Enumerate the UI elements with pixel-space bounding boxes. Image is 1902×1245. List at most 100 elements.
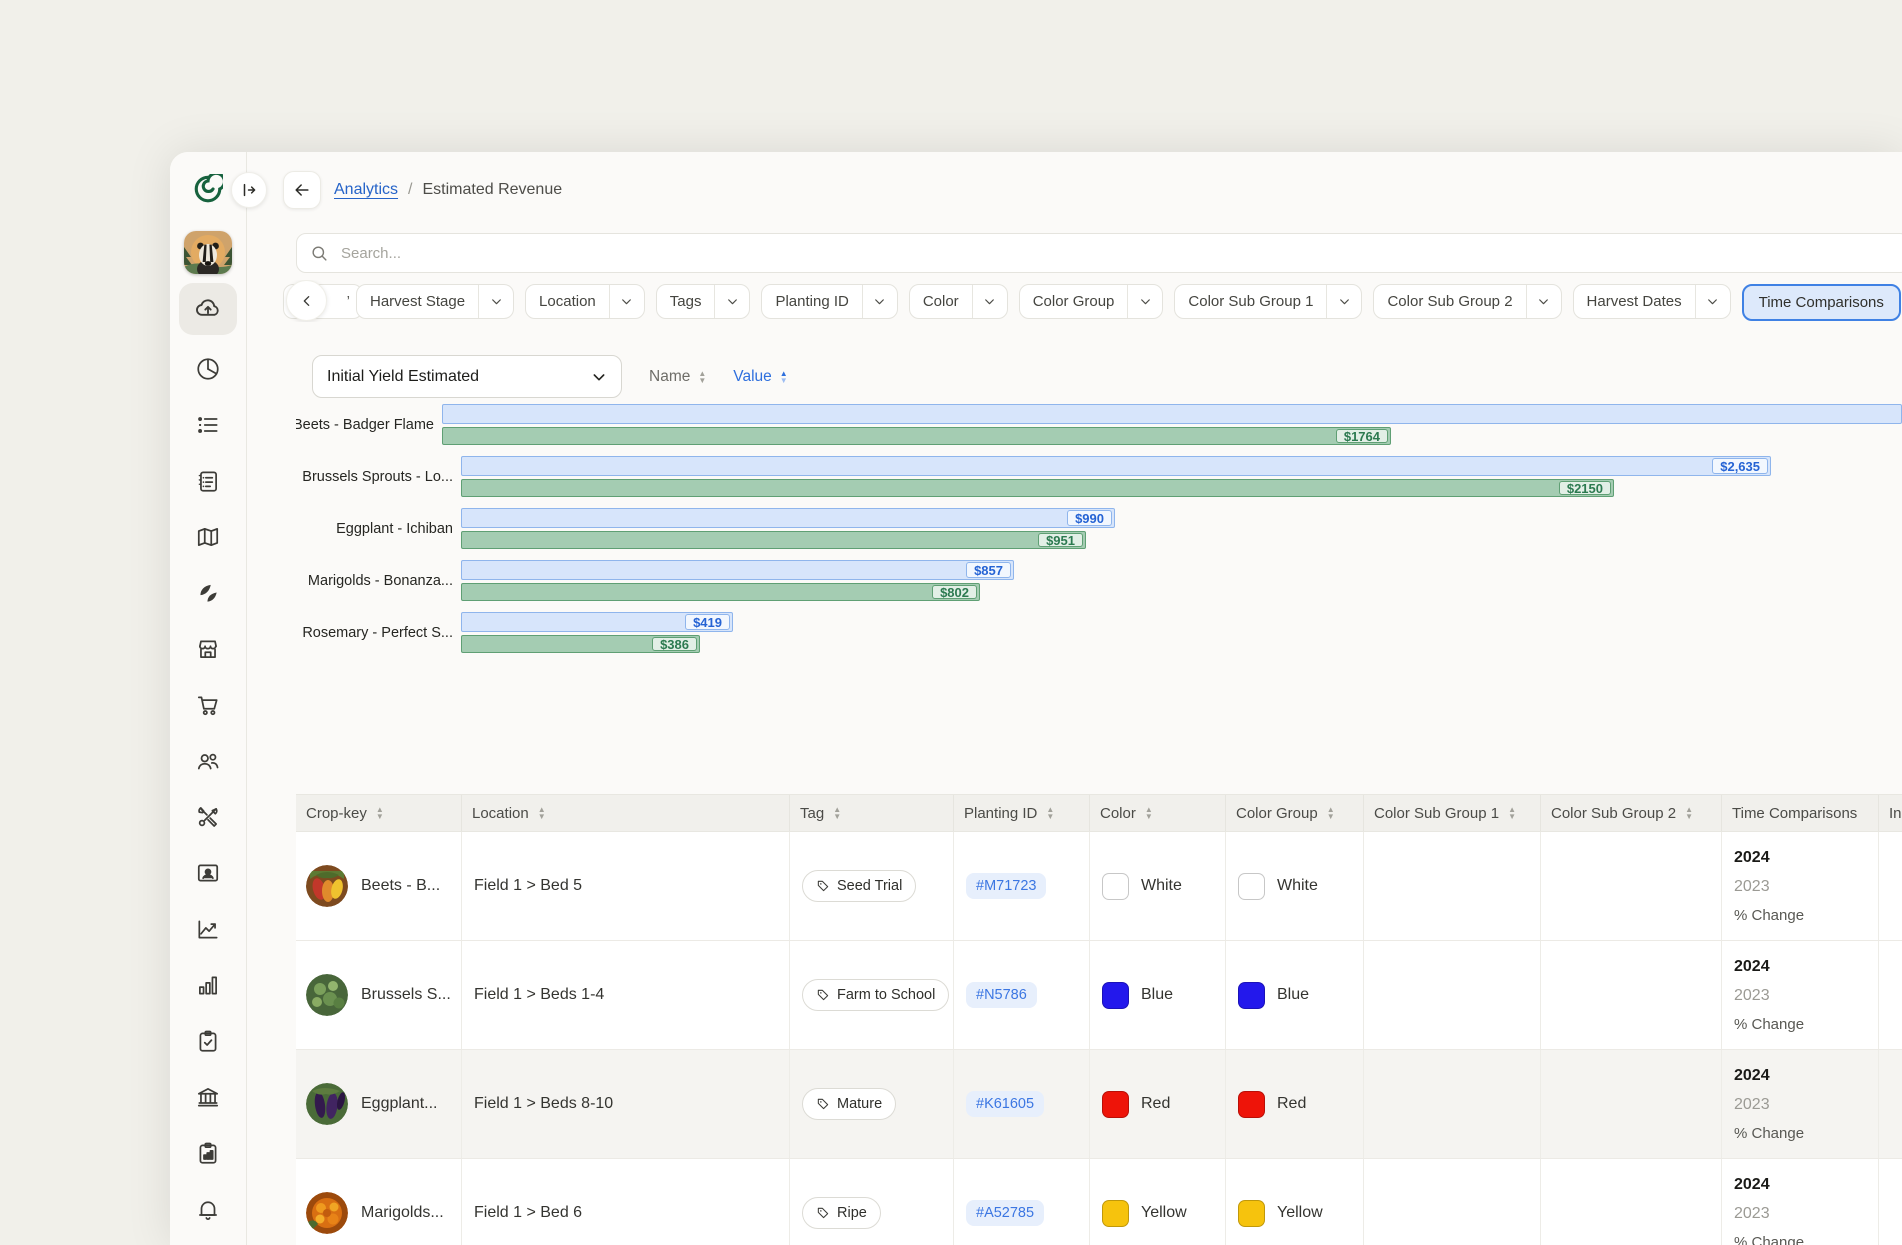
sort-icon xyxy=(1327,806,1335,820)
sidebar-nav xyxy=(188,349,228,1245)
tag-pill[interactable]: Ripe xyxy=(802,1197,881,1229)
column-header-time-comparisons[interactable]: Time Comparisons xyxy=(1722,795,1879,831)
filter-chip-color-group[interactable]: Color Group xyxy=(1019,284,1164,319)
planting-id-chip[interactable]: #A52785 xyxy=(966,1200,1044,1226)
color-swatch xyxy=(1238,1200,1265,1227)
chevron-down-icon[interactable] xyxy=(973,295,1007,308)
column-header-tag[interactable]: Tag xyxy=(790,795,954,831)
sidebar-expand-button[interactable] xyxy=(231,172,267,208)
sidebar-item-reports-bar[interactable] xyxy=(188,965,228,1005)
column-header-location[interactable]: Location xyxy=(462,795,790,831)
main-content: Analytics / Estimated Revenue ’ Harvest … xyxy=(246,152,1902,1245)
color-sub-group-2-cell xyxy=(1541,832,1722,940)
contact-card-icon xyxy=(195,860,221,886)
back-button[interactable] xyxy=(283,171,321,209)
planting-id-chip[interactable]: #N5786 xyxy=(966,982,1037,1008)
sidebar-item-orders[interactable] xyxy=(188,685,228,725)
list-icon xyxy=(195,412,221,438)
chevron-down-icon[interactable] xyxy=(1128,295,1162,308)
breadcrumb-link-analytics[interactable]: Analytics xyxy=(334,181,398,199)
color-cell: Blue xyxy=(1090,941,1226,1049)
chevron-down-icon[interactable] xyxy=(863,295,897,308)
crop-cell: Eggplant... xyxy=(296,1050,462,1158)
chevron-down-icon[interactable] xyxy=(715,295,749,308)
farm-avatar[interactable] xyxy=(184,231,232,274)
sidebar-item-contacts[interactable] xyxy=(188,853,228,893)
bar-blue[interactable]: $419 xyxy=(461,612,733,632)
tag-pill[interactable]: Farm to School xyxy=(802,979,949,1011)
tag-pill[interactable]: Seed Trial xyxy=(802,870,916,902)
column-header-color-group[interactable]: Color Group xyxy=(1226,795,1364,831)
color-cell: Yellow xyxy=(1090,1159,1226,1245)
bank-icon xyxy=(195,1084,221,1110)
filter-chip-location[interactable]: Location xyxy=(525,284,645,319)
filters-scroll-left-button[interactable] xyxy=(286,280,327,321)
sidebar-item-people[interactable] xyxy=(188,741,228,781)
sidebar-item-tasks[interactable] xyxy=(188,1021,228,1061)
bar-blue[interactable]: $2,635 xyxy=(461,456,1771,476)
chevron-down-icon[interactable] xyxy=(1527,295,1561,308)
chevron-down-icon[interactable] xyxy=(610,295,644,308)
sidebar-item-trends[interactable] xyxy=(188,909,228,949)
table-row[interactable]: Marigolds... Field 1 > Bed 6 Ripe #A5278… xyxy=(296,1159,1902,1245)
bar-blue[interactable]: $857 xyxy=(461,560,1014,580)
filter-chip-harvest-stage[interactable]: Harvest Stage xyxy=(356,284,514,319)
color-swatch xyxy=(1102,1200,1129,1227)
filter-chip-tags[interactable]: Tags xyxy=(656,284,751,319)
tag-pill[interactable]: Mature xyxy=(802,1088,896,1120)
filter-chip-harvest-dates[interactable]: Harvest Dates xyxy=(1573,284,1731,319)
table-row[interactable]: Beets - B... Field 1 > Bed 5 Seed Trial … xyxy=(296,832,1902,941)
sidebar-item-list[interactable] xyxy=(188,405,228,445)
chevron-down-icon[interactable] xyxy=(479,295,513,308)
bar-blue[interactable]: $990 xyxy=(461,508,1115,528)
sidebar-item-notifications[interactable] xyxy=(188,1189,228,1229)
column-header-planting-id[interactable]: Planting ID xyxy=(954,795,1090,831)
sort-icon xyxy=(833,806,841,820)
search-bar[interactable] xyxy=(296,233,1902,273)
bar-blue[interactable] xyxy=(442,404,1902,424)
chevron-down-icon[interactable] xyxy=(1696,295,1730,308)
color-sub-group-1-cell xyxy=(1364,832,1541,940)
chevron-down-icon[interactable] xyxy=(1327,295,1361,308)
chart-category-label: Eggplant - Ichiban xyxy=(296,508,461,549)
sidebar-item-analytics-pie[interactable] xyxy=(188,349,228,389)
bar-green[interactable]: $1764 xyxy=(442,427,1391,445)
column-header-color[interactable]: Color xyxy=(1090,795,1226,831)
filter-chip-color-sub-group-2[interactable]: Color Sub Group 2 xyxy=(1373,284,1561,319)
bar-value: $990 xyxy=(1067,510,1112,526)
sort-by-value-button[interactable]: Value xyxy=(733,368,787,386)
sidebar-item-map[interactable] xyxy=(188,517,228,557)
sidebar-item-market[interactable] xyxy=(188,629,228,669)
initial-yield-cell xyxy=(1879,1159,1902,1245)
search-input[interactable] xyxy=(339,244,1902,263)
bar-green[interactable]: $386 xyxy=(461,635,700,653)
planting-id-chip[interactable]: #K61605 xyxy=(966,1091,1044,1117)
breadcrumb-separator: / xyxy=(408,181,412,199)
column-header-initial-yield-estimated[interactable]: Initial Yield Estimated xyxy=(1879,795,1902,831)
table-row[interactable]: Eggplant... Field 1 > Beds 8-10 Mature #… xyxy=(296,1050,1902,1159)
bar-green[interactable]: $802 xyxy=(461,583,980,601)
sidebar-item-upload[interactable] xyxy=(179,283,237,335)
table-row[interactable]: Brussels S... Field 1 > Beds 1-4 Farm to… xyxy=(296,941,1902,1050)
sidebar-item-analytics-report[interactable] xyxy=(188,1133,228,1173)
bar-green[interactable]: $2150 xyxy=(461,479,1614,497)
sort-by-name-button[interactable]: Name xyxy=(649,368,706,386)
sidebar-item-accounting[interactable] xyxy=(188,1077,228,1117)
crop-name: Eggplant... xyxy=(361,1095,438,1113)
sidebar-item-journal[interactable] xyxy=(188,461,228,501)
chart-category-label: Marigolds - Bonanza... xyxy=(296,560,461,601)
filter-chip-time-comparisons[interactable]: Time Comparisons xyxy=(1742,284,1901,321)
sidebar xyxy=(170,152,247,1245)
metric-select[interactable]: Initial Yield Estimated xyxy=(312,355,622,398)
filter-chip-color[interactable]: Color xyxy=(909,284,1008,319)
planting-id-chip[interactable]: #M71723 xyxy=(966,873,1046,899)
filter-chip-planting-id[interactable]: Planting ID xyxy=(761,284,897,319)
filter-chip-color-sub-group-1[interactable]: Color Sub Group 1 xyxy=(1174,284,1362,319)
bar-green[interactable]: $951 xyxy=(461,531,1086,549)
sidebar-item-equipment[interactable] xyxy=(188,797,228,837)
column-header-crop-key[interactable]: Crop-key xyxy=(296,795,462,831)
sidebar-item-crops[interactable] xyxy=(188,573,228,613)
column-header-color-sub-group-1[interactable]: Color Sub Group 1 xyxy=(1364,795,1541,831)
column-header-color-sub-group-2[interactable]: Color Sub Group 2 xyxy=(1541,795,1722,831)
app-logo-icon[interactable] xyxy=(191,174,225,205)
